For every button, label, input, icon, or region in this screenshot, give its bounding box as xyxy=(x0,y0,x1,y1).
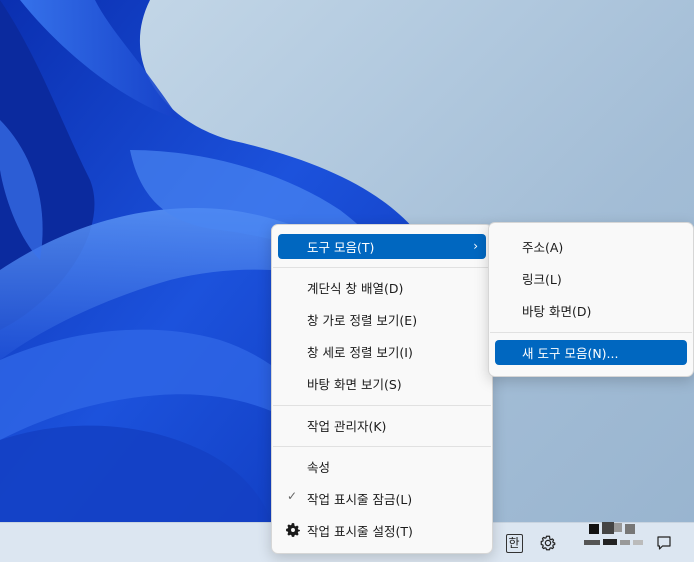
menu-item-label: 주소(A) xyxy=(522,240,564,255)
menu-item-properties[interactable]: 속성 xyxy=(278,454,486,479)
clock-glyph xyxy=(620,540,630,545)
chevron-right-icon: › xyxy=(473,239,478,253)
submenu-item-address[interactable]: 주소(A) xyxy=(495,234,687,259)
gear-icon xyxy=(286,523,300,537)
clock-area[interactable] xyxy=(578,520,648,552)
menu-item-label: 바탕 화면 보기(S) xyxy=(307,377,402,392)
menu-separator xyxy=(273,405,491,406)
menu-item-show-desktop[interactable]: 바탕 화면 보기(S) xyxy=(278,371,486,396)
menu-separator xyxy=(273,267,491,268)
submenu-item-links[interactable]: 링크(L) xyxy=(495,266,687,291)
notification-icon[interactable] xyxy=(652,530,676,556)
ime-label: 한 xyxy=(505,533,523,553)
menu-item-label: 도구 모음(T) xyxy=(307,240,375,255)
menu-separator xyxy=(273,446,491,447)
clock-glyph xyxy=(589,524,599,534)
taskbar-context-menu: 도구 모음(T) › 계단식 창 배열(D) 창 가로 정렬 보기(E) 창 세… xyxy=(271,224,493,554)
checkmark-icon: ✓ xyxy=(287,489,298,503)
submenu-item-new-toolbar[interactable]: 새 도구 모음(N)... xyxy=(495,340,687,365)
submenu-item-desktop[interactable]: 바탕 화면(D) xyxy=(495,298,687,323)
menu-item-side-by-side[interactable]: 창 세로 정렬 보기(I) xyxy=(278,339,486,364)
menu-item-label: 새 도구 모음(N)... xyxy=(522,346,619,361)
menu-item-label: 계단식 창 배열(D) xyxy=(307,281,404,296)
menu-item-label: 속성 xyxy=(307,460,331,475)
menu-item-label: 바탕 화면(D) xyxy=(522,304,592,319)
menu-item-label: 작업 표시줄 설정(T) xyxy=(307,524,413,539)
menu-item-label: 창 세로 정렬 보기(I) xyxy=(307,345,413,360)
gear-icon[interactable] xyxy=(535,530,561,556)
clock-glyph xyxy=(614,523,622,532)
menu-item-label: 작업 표시줄 잠금(L) xyxy=(307,492,413,507)
clock-glyph xyxy=(602,522,614,534)
menu-item-label: 작업 관리자(K) xyxy=(307,419,387,434)
clock-glyph xyxy=(625,524,635,534)
menu-item-label: 창 가로 정렬 보기(E) xyxy=(307,313,418,328)
menu-item-cascade[interactable]: 계단식 창 배열(D) xyxy=(278,275,486,300)
desktop[interactable]: 한 도구 모음(T) › 계단식 창 배열(D) 창 가로 정렬 보기(E) 창… xyxy=(0,0,694,562)
clock-glyph xyxy=(584,540,600,545)
ime-indicator[interactable]: 한 xyxy=(501,530,527,556)
clock-glyph xyxy=(603,539,617,545)
menu-item-lock-taskbar[interactable]: ✓ 작업 표시줄 잠금(L) xyxy=(278,486,486,511)
menu-item-task-manager[interactable]: 작업 관리자(K) xyxy=(278,413,486,438)
toolbars-submenu: 주소(A) 링크(L) 바탕 화면(D) 새 도구 모음(N)... xyxy=(488,222,694,377)
menu-item-label: 링크(L) xyxy=(522,272,562,287)
menu-separator xyxy=(490,332,692,333)
menu-item-toolbars[interactable]: 도구 모음(T) › xyxy=(278,234,486,259)
clock-glyph xyxy=(633,540,643,545)
menu-item-stacked[interactable]: 창 가로 정렬 보기(E) xyxy=(278,307,486,332)
menu-item-taskbar-settings[interactable]: 작업 표시줄 설정(T) xyxy=(278,518,486,543)
